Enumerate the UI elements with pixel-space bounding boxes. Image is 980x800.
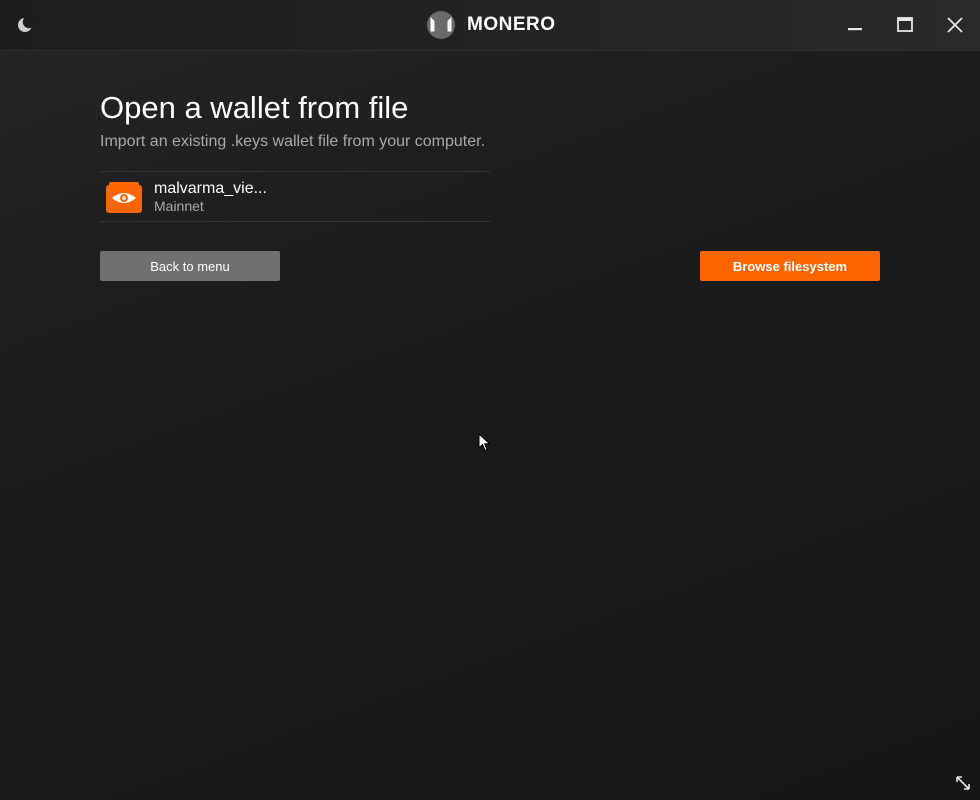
mouse-cursor-icon bbox=[478, 433, 491, 452]
view-only-wallet-icon bbox=[106, 182, 142, 213]
wallet-list: malvarma_vie... Mainnet bbox=[100, 171, 490, 222]
page-title: Open a wallet from file bbox=[100, 90, 409, 125]
brand: MONERO bbox=[426, 9, 556, 41]
moon-icon[interactable] bbox=[14, 13, 36, 37]
close-icon[interactable] bbox=[940, 10, 970, 40]
browse-filesystem-button[interactable]: Browse filesystem bbox=[700, 251, 880, 281]
minimize-icon[interactable] bbox=[840, 10, 870, 40]
page-subtitle: Import an existing .keys wallet file fro… bbox=[100, 133, 486, 150]
wallet-name: malvarma_vie... bbox=[154, 180, 267, 197]
wallet-list-item[interactable]: malvarma_vie... Mainnet bbox=[100, 172, 490, 221]
maximize-icon[interactable] bbox=[890, 10, 920, 40]
wallet-network: Mainnet bbox=[154, 198, 204, 214]
app-window: MONERO Open a wallet from file Import an… bbox=[0, 0, 980, 800]
monero-logo-icon bbox=[427, 11, 455, 39]
resize-icon[interactable] bbox=[954, 774, 972, 792]
title-bar[interactable]: MONERO bbox=[0, 0, 980, 51]
back-to-menu-button[interactable]: Back to menu bbox=[100, 251, 280, 281]
brand-name: MONERO bbox=[467, 14, 556, 35]
